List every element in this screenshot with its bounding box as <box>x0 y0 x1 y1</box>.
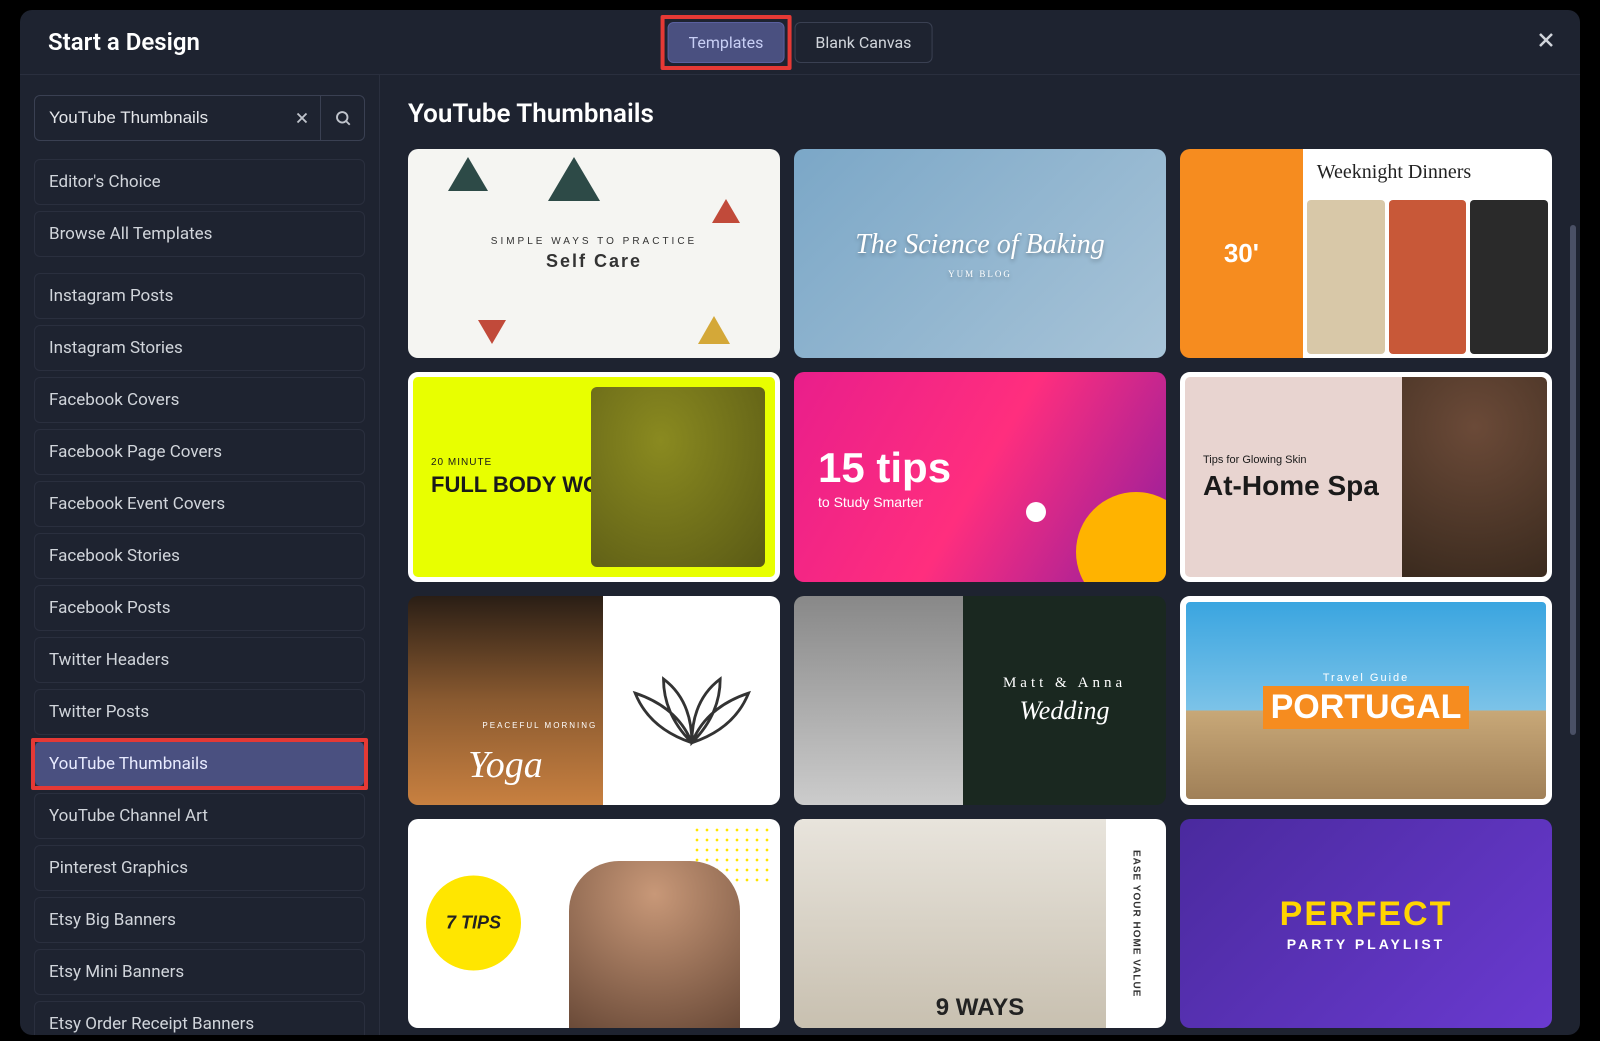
sidebar-item-youtube-thumbnails[interactable]: YouTube Thumbnails <box>34 741 365 787</box>
modal-title: Start a Design <box>48 28 200 56</box>
template-text: Tips for Glowing Skin At-Home Spa <box>1203 454 1379 500</box>
template-perfect-party[interactable]: PERFECT PARTY PLAYLIST <box>1180 819 1552 1028</box>
sidebar-item-etsy-mini-banners[interactable]: Etsy Mini Banners <box>34 949 365 995</box>
triangle-icon <box>712 199 740 223</box>
template-subtitle: Wedding <box>1003 696 1126 726</box>
sidebar-item-facebook-posts[interactable]: Facebook Posts <box>34 585 365 631</box>
template-title: 7 TIPS <box>446 913 501 934</box>
search-row <box>34 95 365 141</box>
search-clear-button[interactable] <box>284 96 321 140</box>
badge-circle: 7 TIPS <box>426 876 521 971</box>
dish-image <box>1307 200 1385 354</box>
template-right <box>603 596 780 805</box>
template-left: PEACEFUL MORNING Yoga <box>408 596 603 805</box>
person-image <box>1402 377 1547 576</box>
template-portugal[interactable]: Travel Guide PORTUGAL <box>1180 596 1552 805</box>
view-tabs: Templates Blank Canvas <box>668 22 933 63</box>
template-subtitle: Tips for Glowing Skin <box>1203 454 1379 466</box>
template-badge: 30' <box>1180 149 1303 358</box>
close-button[interactable] <box>1534 28 1558 56</box>
template-subtitle: YUM BLOG <box>855 269 1105 279</box>
sidebar-item-facebook-event-covers[interactable]: Facebook Event Covers <box>34 481 365 527</box>
search-button[interactable] <box>321 96 364 140</box>
sidebar-item-etsy-big-banners[interactable]: Etsy Big Banners <box>34 897 365 943</box>
dish-image <box>1389 200 1467 354</box>
template-title: PORTUGAL <box>1263 686 1470 729</box>
circle-shape <box>1026 502 1046 522</box>
template-yoga[interactable]: PEACEFUL MORNING Yoga <box>408 596 780 805</box>
person-image <box>569 861 740 1028</box>
tab-templates[interactable]: Templates <box>668 22 785 63</box>
template-title: Yoga <box>468 743 543 787</box>
template-title: The Science of Baking <box>855 229 1105 261</box>
dish-image <box>1470 200 1548 354</box>
template-side-text: EASE YOUR HOME VALUE <box>1106 819 1166 1028</box>
person-image <box>591 387 765 566</box>
triangle-icon <box>698 316 730 344</box>
tab-blank-canvas[interactable]: Blank Canvas <box>794 22 932 63</box>
lotus-icon <box>621 627 763 773</box>
template-subtitle: SIMPLE WAYS TO PRACTICE <box>491 236 697 247</box>
wedding-image <box>794 596 963 805</box>
template-text: Travel Guide PORTUGAL <box>1263 672 1470 729</box>
design-modal: Start a Design Templates Blank Canvas Ed… <box>20 10 1580 1035</box>
template-at-home-spa[interactable]: Tips for Glowing Skin At-Home Spa <box>1180 372 1552 581</box>
sidebar-item-twitter-headers[interactable]: Twitter Headers <box>34 637 365 683</box>
template-home-value[interactable]: EASE YOUR HOME VALUE 9 WAYS <box>794 819 1166 1028</box>
sidebar-item-facebook-page-covers[interactable]: Facebook Page Covers <box>34 429 365 475</box>
sidebar-item-youtube-channel-art[interactable]: YouTube Channel Art <box>34 793 365 839</box>
template-text: Matt & Anna Wedding <box>1003 675 1126 726</box>
sidebar-item-facebook-covers[interactable]: Facebook Covers <box>34 377 365 423</box>
sidebar-item-instagram-stories[interactable]: Instagram Stories <box>34 325 365 371</box>
template-wedding[interactable]: Matt & Anna Wedding <box>794 596 1166 805</box>
close-icon <box>293 109 311 127</box>
search-input[interactable] <box>35 96 284 140</box>
template-subtitle: Travel Guide <box>1263 672 1470 684</box>
main-panel: YouTube Thumbnails SIMPLE WAYS TO PRACTI… <box>380 75 1580 1035</box>
sidebar-item-twitter-posts[interactable]: Twitter Posts <box>34 689 365 735</box>
template-text: PERFECT PARTY PLAYLIST <box>1280 895 1453 952</box>
sidebar-item-etsy-order-receipt-banners[interactable]: Etsy Order Receipt Banners <box>34 1001 365 1035</box>
template-right: Matt & Anna Wedding <box>963 596 1166 805</box>
scrollbar[interactable] <box>1570 225 1576 735</box>
triangle-icon <box>448 157 488 191</box>
sidebar: Editor's Choice Browse All Templates Ins… <box>20 75 380 1035</box>
template-text: The Science of Baking YUM BLOG <box>855 229 1105 279</box>
template-text: SIMPLE WAYS TO PRACTICE Self Care <box>491 236 697 272</box>
template-title: 9 WAYS <box>936 994 1025 1022</box>
triangle-icon <box>548 157 600 201</box>
template-self-care[interactable]: SIMPLE WAYS TO PRACTICE Self Care <box>408 149 780 358</box>
template-title: Weeknight Dinners <box>1303 149 1552 196</box>
sidebar-item-instagram-posts[interactable]: Instagram Posts <box>34 273 365 319</box>
template-title: At-Home Spa <box>1203 472 1379 500</box>
sidebar-item-browse-all[interactable]: Browse All Templates <box>34 211 365 257</box>
template-full-body-workout[interactable]: 20 MINUTE FULL BODY WORKOUT <box>408 372 780 581</box>
template-subtitle: PEACEFUL MORNING <box>482 721 597 730</box>
template-title: PERFECT <box>1280 895 1453 934</box>
template-weeknight-dinners[interactable]: 30' Weeknight Dinners <box>1180 149 1552 358</box>
search-icon <box>334 109 352 127</box>
template-science-baking[interactable]: The Science of Baking YUM BLOG <box>794 149 1166 358</box>
modal-body: Editor's Choice Browse All Templates Ins… <box>20 75 1580 1035</box>
sidebar-item-editors-choice[interactable]: Editor's Choice <box>34 159 365 205</box>
sidebar-item-facebook-stories[interactable]: Facebook Stories <box>34 533 365 579</box>
sidebar-item-pinterest-graphics[interactable]: Pinterest Graphics <box>34 845 365 891</box>
main-title: YouTube Thumbnails <box>408 99 1552 129</box>
template-grid: SIMPLE WAYS TO PRACTICE Self Care The Sc… <box>408 149 1552 1028</box>
template-title: Self Care <box>491 251 697 272</box>
close-icon <box>1534 28 1558 52</box>
template-subtitle: PARTY PLAYLIST <box>1280 936 1453 952</box>
modal-header: Start a Design Templates Blank Canvas <box>20 10 1580 75</box>
template-title: Matt & Anna <box>1003 675 1126 691</box>
template-15-tips[interactable]: 15 tips to Study Smarter <box>794 372 1166 581</box>
triangle-icon <box>478 320 506 344</box>
template-images <box>1303 196 1552 358</box>
template-title: 15 tips <box>818 444 1166 492</box>
template-right: Weeknight Dinners <box>1303 149 1552 358</box>
template-7-tips[interactable]: 7 TIPS <box>408 819 780 1028</box>
sidebar-category-list: Instagram Posts Instagram Stories Facebo… <box>34 273 365 1035</box>
